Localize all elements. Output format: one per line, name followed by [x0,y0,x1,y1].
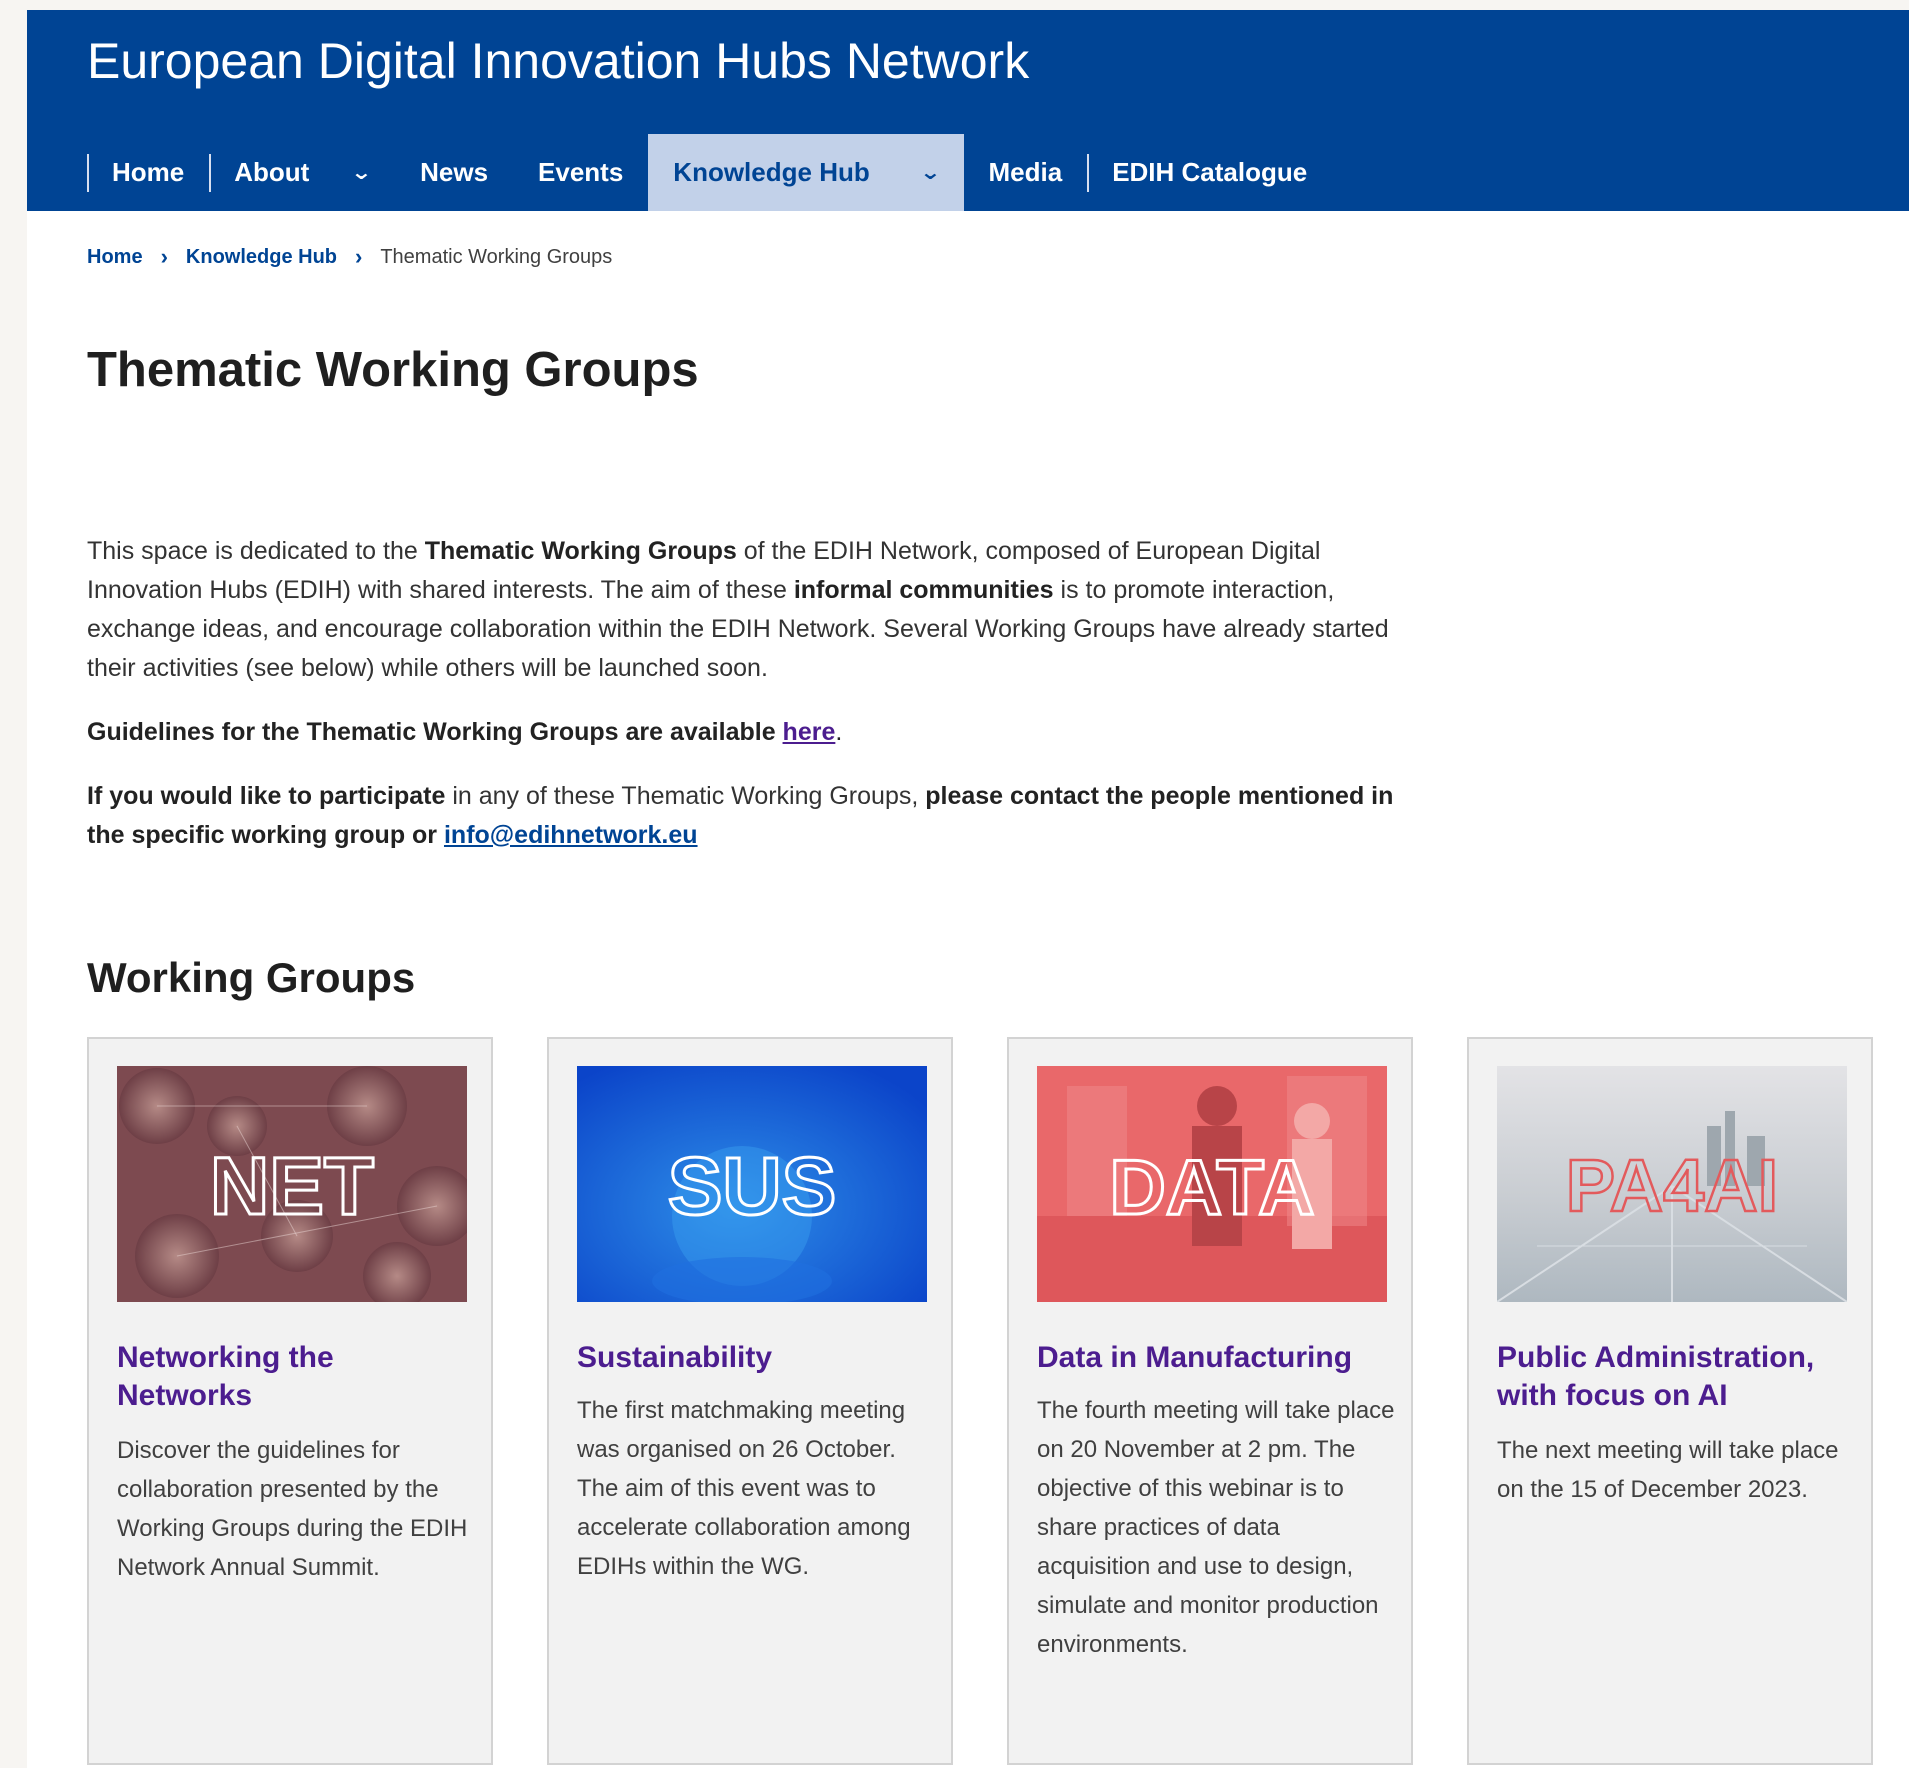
breadcrumb-knowledge-hub[interactable]: Knowledge Hub [186,246,337,269]
net-image: NET [117,1066,467,1302]
site-header: European Digital Innovation Hubs Network… [27,10,1909,211]
participate-paragraph: If you would like to participate in any … [87,777,1427,855]
nav-item-news[interactable]: News [395,134,513,211]
nav-item-label: Media [988,157,1063,187]
chevron-right-icon: › [160,244,168,269]
breadcrumb-current: Thematic Working Groups [380,245,613,268]
nav-item-label: Knowledge Hub [673,157,870,187]
guidelines-link[interactable]: here [783,718,836,746]
sus-image: SUS [577,1066,927,1302]
chevron-down-icon[interactable]: ⌄ [351,160,373,185]
card-image[interactable]: PA4AI [1497,1066,1847,1302]
section-title: Working Groups [87,954,416,1001]
nav-item-label: EDIH Catalogue [1112,157,1308,187]
card-image[interactable]: SUS [577,1066,927,1302]
guidelines-paragraph: Guidelines for the Thematic Working Grou… [87,713,1407,752]
guidelines-end: . [835,718,843,746]
nav-item-label: News [420,157,489,187]
chevron-down-icon[interactable]: ⌄ [919,160,941,185]
nav-item-events[interactable]: Events [513,134,648,211]
email-link[interactable]: info@edihnetwork.eu [444,821,698,849]
nav-item-home[interactable]: Home [87,134,209,211]
guidelines-text: Guidelines for the Thematic Working Grou… [87,718,783,746]
nav-item-edih-catalogue[interactable]: EDIH Catalogue [1087,134,1332,211]
card-networking[interactable]: NET Networking the Networks Discover the… [87,1037,493,1765]
card-image[interactable]: DATA [1037,1066,1387,1302]
intro-bold: informal communities [793,576,1054,604]
site-title[interactable]: European Digital Innovation Hubs Network [87,32,1029,90]
card-title[interactable]: Sustainability [577,1339,937,1377]
page: European Digital Innovation Hubs Network… [27,10,1909,1768]
nav-item-label: Events [538,157,624,187]
card-data-manufacturing[interactable]: DATA Data in Manufacturing The fourth me… [1007,1037,1413,1765]
card-sustainability[interactable]: SUS Sustainability The first matchmaking… [547,1037,953,1765]
card-image[interactable]: NET [117,1066,467,1302]
nav-item-knowledge-hub[interactable]: Knowledge Hub ⌄ [648,134,964,211]
nav-item-media[interactable]: Media [964,134,1088,211]
card-text: The first matchmaking meeting was organi… [577,1397,911,1580]
card-title[interactable]: Public Administration, with focus on AI [1497,1339,1857,1415]
intro-bold: Thematic Working Groups [424,537,737,565]
participate-bold: If you would like to participate [87,782,446,810]
card-image-label: PA4AI [1566,1144,1778,1227]
data-image: DATA [1037,1066,1387,1302]
intro-paragraph: This space is dedicated to the Thematic … [87,532,1407,688]
card-text: The next meeting will take place on the … [1497,1437,1839,1503]
breadcrumb: Home › Knowledge Hub › Thematic Working … [87,244,612,270]
nav-item-about[interactable]: About ⌄ [209,134,395,211]
participate-text: in any of these Thematic Working Groups, [445,782,926,810]
intro-text: This space is dedicated to the [87,537,425,565]
card-title[interactable]: Data in Manufacturing [1037,1339,1397,1377]
card-text: Discover the guidelines for collaboratio… [117,1437,468,1581]
chevron-right-icon: › [355,244,363,269]
page-title: Thematic Working Groups [87,343,699,397]
card-title[interactable]: Networking the Networks [117,1339,477,1415]
card-image-label: NET [210,1141,374,1232]
card-image-label: SUS [668,1141,837,1232]
breadcrumb-home[interactable]: Home [87,246,143,269]
main-nav: Home About ⌄ News Events Knowledge Hub ⌄… [87,134,1332,211]
card-text: The fourth meeting will take place on 20… [1037,1397,1395,1658]
nav-item-label: About [234,157,310,187]
nav-item-label: Home [112,157,185,187]
pa4ai-image: PA4AI [1497,1066,1847,1302]
card-public-administration[interactable]: PA4AI Public Administration, with focus … [1467,1037,1873,1765]
card-image-label: DATA [1109,1143,1314,1231]
